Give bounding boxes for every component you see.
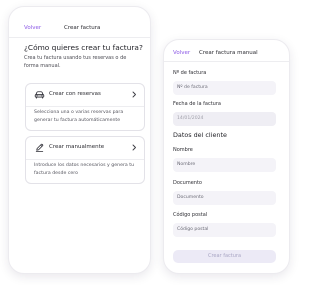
client-name-input[interactable]: Nombre: [173, 158, 276, 172]
card-title: Crear con reservas: [49, 91, 101, 97]
choose-method-screen: Volver Crear factura ¿Cómo quieres crear…: [8, 6, 151, 274]
chevron-right-icon: [132, 144, 136, 151]
postal-code-label: Código postal: [173, 212, 208, 218]
client-name-label: Nombre: [173, 147, 193, 153]
invoice-number-label: Nº de factura: [173, 70, 207, 76]
card-description: Selecciona una o varias reservas para ge…: [34, 110, 124, 123]
card-description: Introduce los datos necesarios y genera …: [34, 163, 135, 176]
method-question: ¿Cómo quieres crear tu factura?: [24, 43, 143, 52]
car-icon: [34, 91, 45, 99]
chevron-right-icon: [132, 91, 136, 98]
header-divider: [164, 61, 289, 62]
client-section-title: Datos del cliente: [173, 131, 227, 139]
invoice-number-input[interactable]: Nº de factura: [173, 81, 276, 95]
postal-code-input[interactable]: Código postal: [173, 223, 276, 237]
manual-invoice-screen: Volver Crear factura manual Nº de factur…: [163, 39, 290, 274]
screen-title: Crear factura manual: [199, 50, 258, 56]
invoice-date-input[interactable]: 14/01/2024: [173, 112, 276, 126]
client-document-input[interactable]: Documento: [173, 191, 276, 205]
create-with-reservations-card[interactable]: Crear con reservas Selecciona una o vari…: [25, 83, 145, 131]
screen-title: Crear factura: [64, 25, 101, 31]
create-manually-card[interactable]: Crear manualmente Introduce los datos ne…: [25, 136, 145, 184]
client-document-label: Documento: [173, 180, 202, 186]
card-title: Crear manualmente: [49, 144, 105, 150]
card-header: Crear con reservas: [26, 84, 144, 107]
card-header: Crear manualmente: [26, 137, 144, 160]
screens-stage: Volver Crear factura ¿Cómo quieres crear…: [0, 0, 300, 285]
header-divider: [9, 37, 150, 38]
method-intro: Crea tu factura usando tus reservas o de…: [24, 55, 127, 69]
back-link[interactable]: Volver: [24, 25, 41, 32]
back-link[interactable]: Volver: [173, 50, 190, 57]
create-invoice-button[interactable]: Crear factura: [173, 250, 276, 263]
invoice-date-label: Fecha de la factura: [173, 101, 221, 107]
pencil-icon: [35, 143, 44, 152]
